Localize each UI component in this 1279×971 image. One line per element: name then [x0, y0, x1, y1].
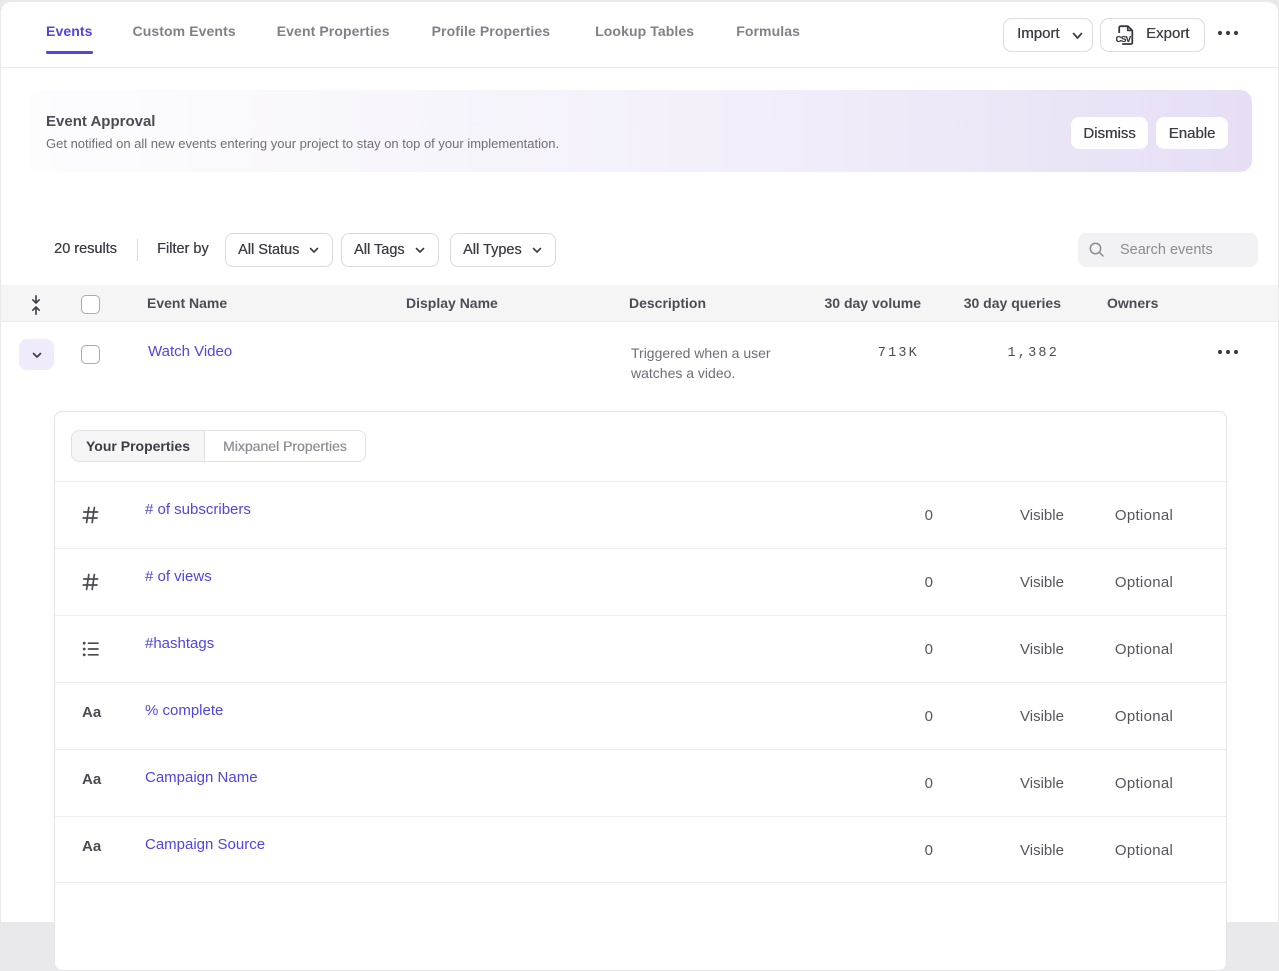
svg-text:CSV: CSV: [1116, 35, 1131, 44]
